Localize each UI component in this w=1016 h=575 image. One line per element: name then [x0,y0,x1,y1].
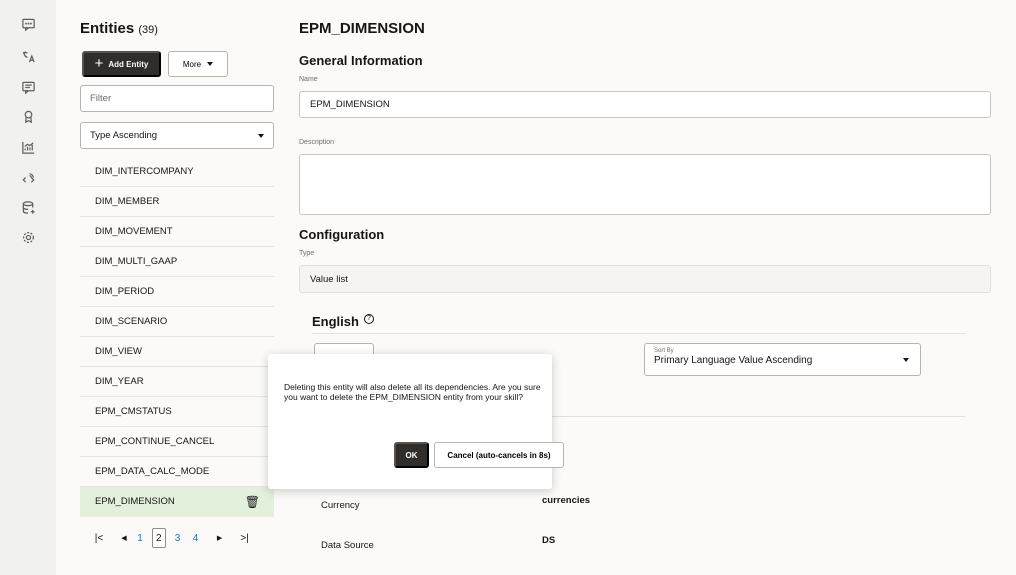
last-page-icon[interactable]: >| [238,533,252,544]
sort-select[interactable]: Type Ascending [80,122,274,149]
ok-button[interactable]: OK [394,442,429,468]
add-entity-button[interactable]: + Add Entity [82,51,161,77]
help-icon[interactable]: ? [363,313,374,324]
entity-name: DIM_MOVEMENT [95,226,173,237]
caret-down-icon [258,133,264,138]
entity-list-item[interactable]: EPM_CONTINUE_CANCEL [80,427,274,457]
more-button[interactable]: More [168,51,228,77]
property-value-data-source: DS [542,535,556,546]
name-label: Name [299,76,318,83]
entity-list-item[interactable]: EPM_DATA_CALC_MODE [80,457,274,487]
divider [312,333,965,334]
analytics-icon[interactable] [20,139,36,155]
entity-list-item[interactable]: DIM_MEMBER [80,187,274,217]
page-link-3[interactable]: 3 [172,528,184,548]
plus-icon: + [94,54,104,72]
entity-list: DIM_INTERCOMPANY DIM_MEMBER DIM_MOVEMENT DI… [80,157,274,517]
more-label: More [182,59,202,69]
nav-rail [0,0,56,575]
entity-list-item[interactable]: DIM_SCENARIO [80,307,274,337]
previous-page-icon[interactable]: ◀ [120,534,128,542]
app-root: Entities (39) + Add Entity More Type Asc… [0,0,1016,575]
entity-list-item[interactable]: DIM_MULTI_GAAP [80,247,274,277]
message-list-icon[interactable] [20,79,36,95]
entity-name: DIM_INTERCOMPANY [95,166,194,177]
entity-name: DIM_SCENARIO [95,316,168,327]
property-key-data-source: Data Source [321,540,374,551]
entity-name: EPM_CONTINUE_CANCEL [95,436,215,447]
description-label: Description [299,139,335,146]
entities-heading: Entities (39) [80,20,158,37]
entity-list-item[interactable]: DIM_YEAR [80,367,274,397]
first-page-icon[interactable]: |< [92,533,106,544]
sort-by-select[interactable]: Sort By Primary Language Value Ascending [644,343,921,376]
entities-title: Entities [80,20,135,37]
page-link-2[interactable]: 2 [152,528,166,548]
sort-by-value: Primary Language Value Ascending [654,355,813,366]
caret-down-icon [903,358,909,362]
language-heading: English ? [312,313,374,329]
entity-name: EPM_DIMENSION [95,496,175,507]
entity-title: EPM_DIMENSION [299,20,425,37]
entity-list-item[interactable]: EPM_DIMENSION 🗑 [80,487,274,517]
page-link-4[interactable]: 4 [190,528,202,548]
entity-list-item[interactable]: DIM_VIEW [80,337,274,367]
sort-by-label: Sort By [654,348,674,354]
entity-list-item[interactable]: DIM_MOVEMENT [80,217,274,247]
property-key-currency: Currency [321,500,360,511]
trash-icon[interactable]: 🗑 [245,495,260,509]
general-info-heading: General Information [299,53,423,68]
translate-icon[interactable] [20,48,36,64]
entity-name: DIM_PERIOD [95,286,155,297]
entity-list-item[interactable]: DIM_INTERCOMPANY [80,157,274,187]
description-field[interactable] [299,154,991,215]
add-entity-label: Add Entity [108,59,149,69]
dialog-message: Deleting this entity will also delete al… [284,382,541,402]
api-icon[interactable] [20,170,36,186]
type-value: Value list [310,273,348,285]
caret-down-icon [207,62,214,66]
property-value-currency: currencies [542,495,591,506]
entities-count: (39) [138,24,158,36]
cancel-button[interactable]: Cancel (auto-cancels in 8s) [434,442,564,468]
sort-select-value: Type Ascending [90,130,158,141]
next-page-icon[interactable]: ▶ [216,534,224,542]
filter-input[interactable] [80,85,274,112]
entity-name: EPM_DATA_CALC_MODE [95,466,210,477]
entity-list-item[interactable]: EPM_CMSTATUS [80,397,274,427]
page-link-1[interactable]: 1 [134,528,146,548]
settings-icon[interactable] [20,229,36,245]
entity-name: DIM_VIEW [95,346,142,357]
entity-name: DIM_MEMBER [95,196,160,207]
entity-list-item[interactable]: DIM_PERIOD [80,277,274,307]
entity-name: DIM_MULTI_GAAP [95,256,178,267]
name-value: EPM_DIMENSION [310,99,390,110]
entity-name: DIM_YEAR [95,376,144,387]
delete-confirm-dialog: Deleting this entity will also delete al… [268,354,564,489]
type-field: Value list [299,265,991,293]
chat-icon[interactable] [20,16,36,32]
configuration-heading: Configuration [299,227,385,242]
entity-name: EPM_CMSTATUS [95,406,172,417]
type-label: Type [299,250,315,257]
pagination: |< ◀ 1 2 3 4 ▶ >| [80,527,274,549]
name-field[interactable]: EPM_DIMENSION [299,91,991,118]
badge-icon[interactable] [20,108,36,124]
database-icon[interactable] [20,199,36,215]
language-heading-text: English [312,314,359,329]
